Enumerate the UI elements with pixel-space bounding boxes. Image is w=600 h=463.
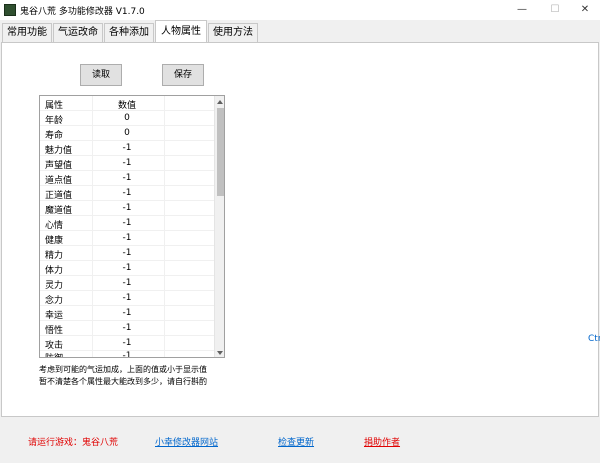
tab-character-attributes[interactable]: 人物属性 <box>155 20 207 42</box>
scroll-up-icon[interactable] <box>217 100 223 104</box>
attribute-name: 年龄 <box>45 116 64 126</box>
attribute-name: 魅力值 <box>45 146 73 156</box>
attribute-name: 念力 <box>45 296 64 306</box>
title-bar: 鬼谷八荒 多功能修改器 V1.7.0 — ☐ ✕ <box>0 0 600 20</box>
table-row[interactable]: 灵力 -1 <box>40 276 214 291</box>
header-attribute: 属性 <box>45 101 64 111</box>
attribute-value[interactable]: -1 <box>92 143 162 153</box>
attribute-name: 道点值 <box>45 176 73 186</box>
attribute-value[interactable]: -1 <box>92 158 162 168</box>
hint-line-1: 考虑到可能的气运加成，上面的值或小于显示值 <box>39 365 207 374</box>
check-update-link[interactable]: 检查更新 <box>278 435 314 448</box>
window-title: 鬼谷八荒 多功能修改器 V1.7.0 <box>20 7 145 17</box>
table-row[interactable]: 防御 -1 <box>40 349 214 357</box>
grid-scrollbar[interactable] <box>214 96 224 357</box>
table-row[interactable]: 寿命 0 <box>40 126 214 141</box>
status-bar: 请运行游戏：鬼谷八荒 小幸修改器网站 检查更新 捐助作者 <box>0 417 600 463</box>
side-link-fragment[interactable]: Ctr <box>588 334 600 344</box>
attribute-value[interactable]: -1 <box>92 218 162 228</box>
app-icon <box>4 4 16 16</box>
attribute-value[interactable]: -1 <box>92 293 162 303</box>
attribute-value[interactable]: -1 <box>92 188 162 198</box>
save-button[interactable]: 保存 <box>162 64 204 86</box>
attribute-name: 灵力 <box>45 281 64 291</box>
table-row[interactable]: 健康 -1 <box>40 231 214 246</box>
table-row[interactable]: 幸运 -1 <box>40 306 214 321</box>
attribute-value[interactable]: -1 <box>92 248 162 258</box>
attribute-value[interactable]: -1 <box>92 233 162 243</box>
attribute-name: 健康 <box>45 236 64 246</box>
table-row[interactable]: 魅力值 -1 <box>40 141 214 156</box>
attribute-name: 防御 <box>45 351 63 357</box>
table-row[interactable]: 正道值 -1 <box>40 186 214 201</box>
attribute-value[interactable]: -1 <box>92 263 162 273</box>
attribute-name: 声望值 <box>45 161 73 171</box>
attribute-value[interactable]: -1 <box>92 173 162 183</box>
minimize-button[interactable]: — <box>505 0 539 20</box>
table-row[interactable]: 声望值 -1 <box>40 156 214 171</box>
donate-link[interactable]: 捐助作者 <box>364 435 400 448</box>
attribute-value[interactable]: -1 <box>92 338 162 348</box>
scroll-down-icon[interactable] <box>217 351 223 355</box>
tab-usage[interactable]: 使用方法 <box>208 23 258 42</box>
attribute-value[interactable]: 0 <box>92 113 162 123</box>
attribute-value[interactable]: -1 <box>92 351 162 357</box>
table-row[interactable]: 道点值 -1 <box>40 171 214 186</box>
table-row[interactable]: 精力 -1 <box>40 246 214 261</box>
maximize-button[interactable]: ☐ <box>538 0 572 20</box>
attribute-name: 精力 <box>45 251 64 261</box>
grid-header-row: 属性 数值 <box>40 96 214 111</box>
tab-fortune[interactable]: 气运改命 <box>53 23 103 42</box>
attribute-name: 正道值 <box>45 191 73 201</box>
scroll-thumb[interactable] <box>217 108 224 196</box>
attribute-value[interactable]: -1 <box>92 308 162 318</box>
hint-line-2: 暂不清楚各个属性最大能改到多少，请自行斟酌 <box>39 377 207 386</box>
table-row[interactable]: 体力 -1 <box>40 261 214 276</box>
game-status-text: 请运行游戏：鬼谷八荒 <box>28 438 119 448</box>
attribute-name: 心情 <box>45 221 64 231</box>
hint-note: 考虑到可能的气运加成，上面的值或小于显示值 暂不清楚各个属性最大能改到多少，请自… <box>39 364 239 388</box>
tab-common[interactable]: 常用功能 <box>2 23 52 42</box>
table-row[interactable]: 年龄 0 <box>40 111 214 126</box>
table-row[interactable]: 魔道值 -1 <box>40 201 214 216</box>
tab-add-items[interactable]: 各种添加 <box>104 23 154 42</box>
table-row[interactable]: 悟性 -1 <box>40 321 214 336</box>
attribute-value[interactable]: -1 <box>92 278 162 288</box>
attribute-name: 体力 <box>45 266 64 276</box>
attribute-name: 魔道值 <box>45 206 73 216</box>
close-button[interactable]: ✕ <box>568 0 600 20</box>
header-value: 数值 <box>117 101 136 111</box>
attribute-grid[interactable]: 属性 数值 年龄 0 寿命 0 魅力值 -1 声望值 -1 道点值 -1 正道值 -1 魔道… <box>39 95 225 358</box>
tab-strip: 常用功能 气运改命 各种添加 人物属性 使用方法 <box>0 20 600 42</box>
attribute-value[interactable]: -1 <box>92 323 162 333</box>
table-row[interactable]: 念力 -1 <box>40 291 214 306</box>
attribute-name: 悟性 <box>45 326 64 336</box>
table-row[interactable]: 心情 -1 <box>40 216 214 231</box>
read-button[interactable]: 读取 <box>80 64 122 86</box>
attribute-name: 幸运 <box>45 311 64 321</box>
attribute-value[interactable]: -1 <box>92 203 162 213</box>
attribute-value[interactable]: 0 <box>92 128 162 138</box>
attribute-name: 寿命 <box>45 131 64 141</box>
website-link[interactable]: 小幸修改器网站 <box>155 435 218 448</box>
